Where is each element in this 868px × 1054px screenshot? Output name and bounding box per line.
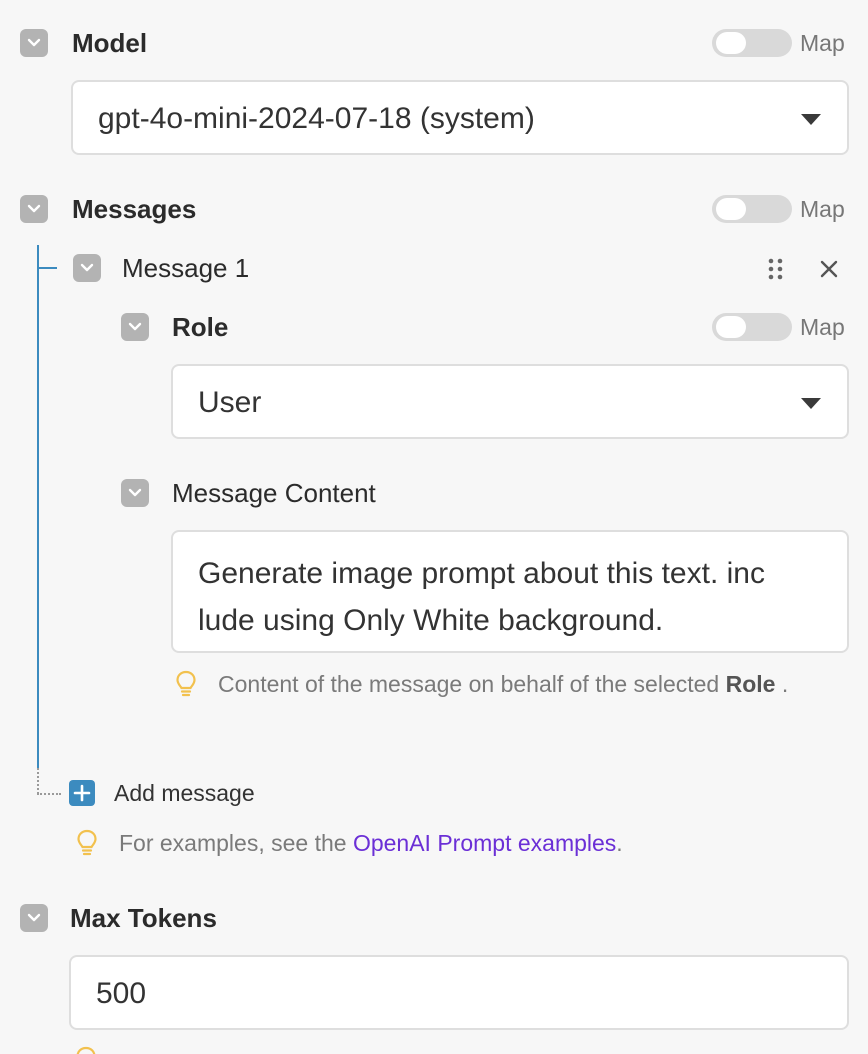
messages-label: Messages xyxy=(72,194,197,224)
dropdown-caret-icon xyxy=(801,398,821,409)
add-tree-line xyxy=(37,768,39,794)
add-tree-branch xyxy=(37,793,61,795)
model-map-toggle[interactable]: Map xyxy=(712,29,845,57)
max-tokens-label: Max Tokens xyxy=(70,903,217,933)
messages-collapse-chevron-icon[interactable] xyxy=(20,195,48,223)
role-collapse-chevron-icon[interactable] xyxy=(121,313,149,341)
message-content-collapse-chevron-icon[interactable] xyxy=(121,479,149,507)
openai-prompt-examples-link[interactable]: OpenAI Prompt examples xyxy=(353,830,616,857)
model-select[interactable]: gpt-4o-mini-2024-07-18 (system) xyxy=(71,80,849,155)
message-content-line-1: Generate image prompt about this text. i… xyxy=(198,557,765,590)
examples-hint: For examples, see the OpenAI Prompt exam… xyxy=(75,828,623,858)
max-tokens-input[interactable]: 500 xyxy=(69,955,849,1030)
max-tokens-collapse-chevron-icon[interactable] xyxy=(20,904,48,932)
role-hint-prefix: Content of the message on behalf of the … xyxy=(218,670,726,697)
max-tokens-value: 500 xyxy=(96,977,147,1010)
remove-message-close-icon[interactable] xyxy=(818,258,840,280)
model-label: Model xyxy=(72,28,148,58)
toggle-switch[interactable] xyxy=(712,195,792,223)
add-message-plus-icon[interactable] xyxy=(69,780,95,806)
map-label: Map xyxy=(800,195,845,222)
role-select[interactable]: User xyxy=(171,364,849,439)
map-label: Map xyxy=(800,313,845,340)
role-hint-suffix: . xyxy=(775,670,789,697)
dropdown-caret-icon xyxy=(801,114,821,125)
message-content-textarea[interactable]: Generate image prompt about this text. i… xyxy=(171,530,849,653)
toggle-switch[interactable] xyxy=(712,313,792,341)
toggle-switch[interactable] xyxy=(712,29,792,57)
message-1-collapse-chevron-icon[interactable] xyxy=(73,254,101,282)
role-label: Role xyxy=(172,312,229,342)
role-map-toggle[interactable]: Map xyxy=(712,313,845,341)
lightbulb-icon xyxy=(74,1045,98,1054)
message-1-title: Message 1 xyxy=(122,253,250,283)
role-hint-bold: Role xyxy=(725,670,776,697)
model-collapse-chevron-icon[interactable] xyxy=(20,29,48,57)
message-tree-line xyxy=(37,245,39,768)
role-selected-value: User xyxy=(198,386,262,419)
message-content-label: Message Content xyxy=(172,478,376,508)
messages-map-toggle[interactable]: Map xyxy=(712,195,845,223)
map-label: Map xyxy=(800,29,845,56)
message-content-line-2: lude using Only White background. xyxy=(198,604,664,637)
examples-suffix: . xyxy=(616,829,623,856)
add-message-button[interactable]: Add message xyxy=(114,778,255,808)
examples-prefix: For examples, see the xyxy=(119,829,353,856)
drag-handle-icon[interactable] xyxy=(766,256,786,282)
role-hint: Content of the message on behalf of the … xyxy=(174,669,788,699)
lightbulb-icon xyxy=(77,829,97,856)
message-tree-branch xyxy=(39,267,57,269)
model-selected-value: gpt-4o-mini-2024-07-18 (system) xyxy=(98,102,535,135)
lightbulb-icon xyxy=(176,670,196,697)
